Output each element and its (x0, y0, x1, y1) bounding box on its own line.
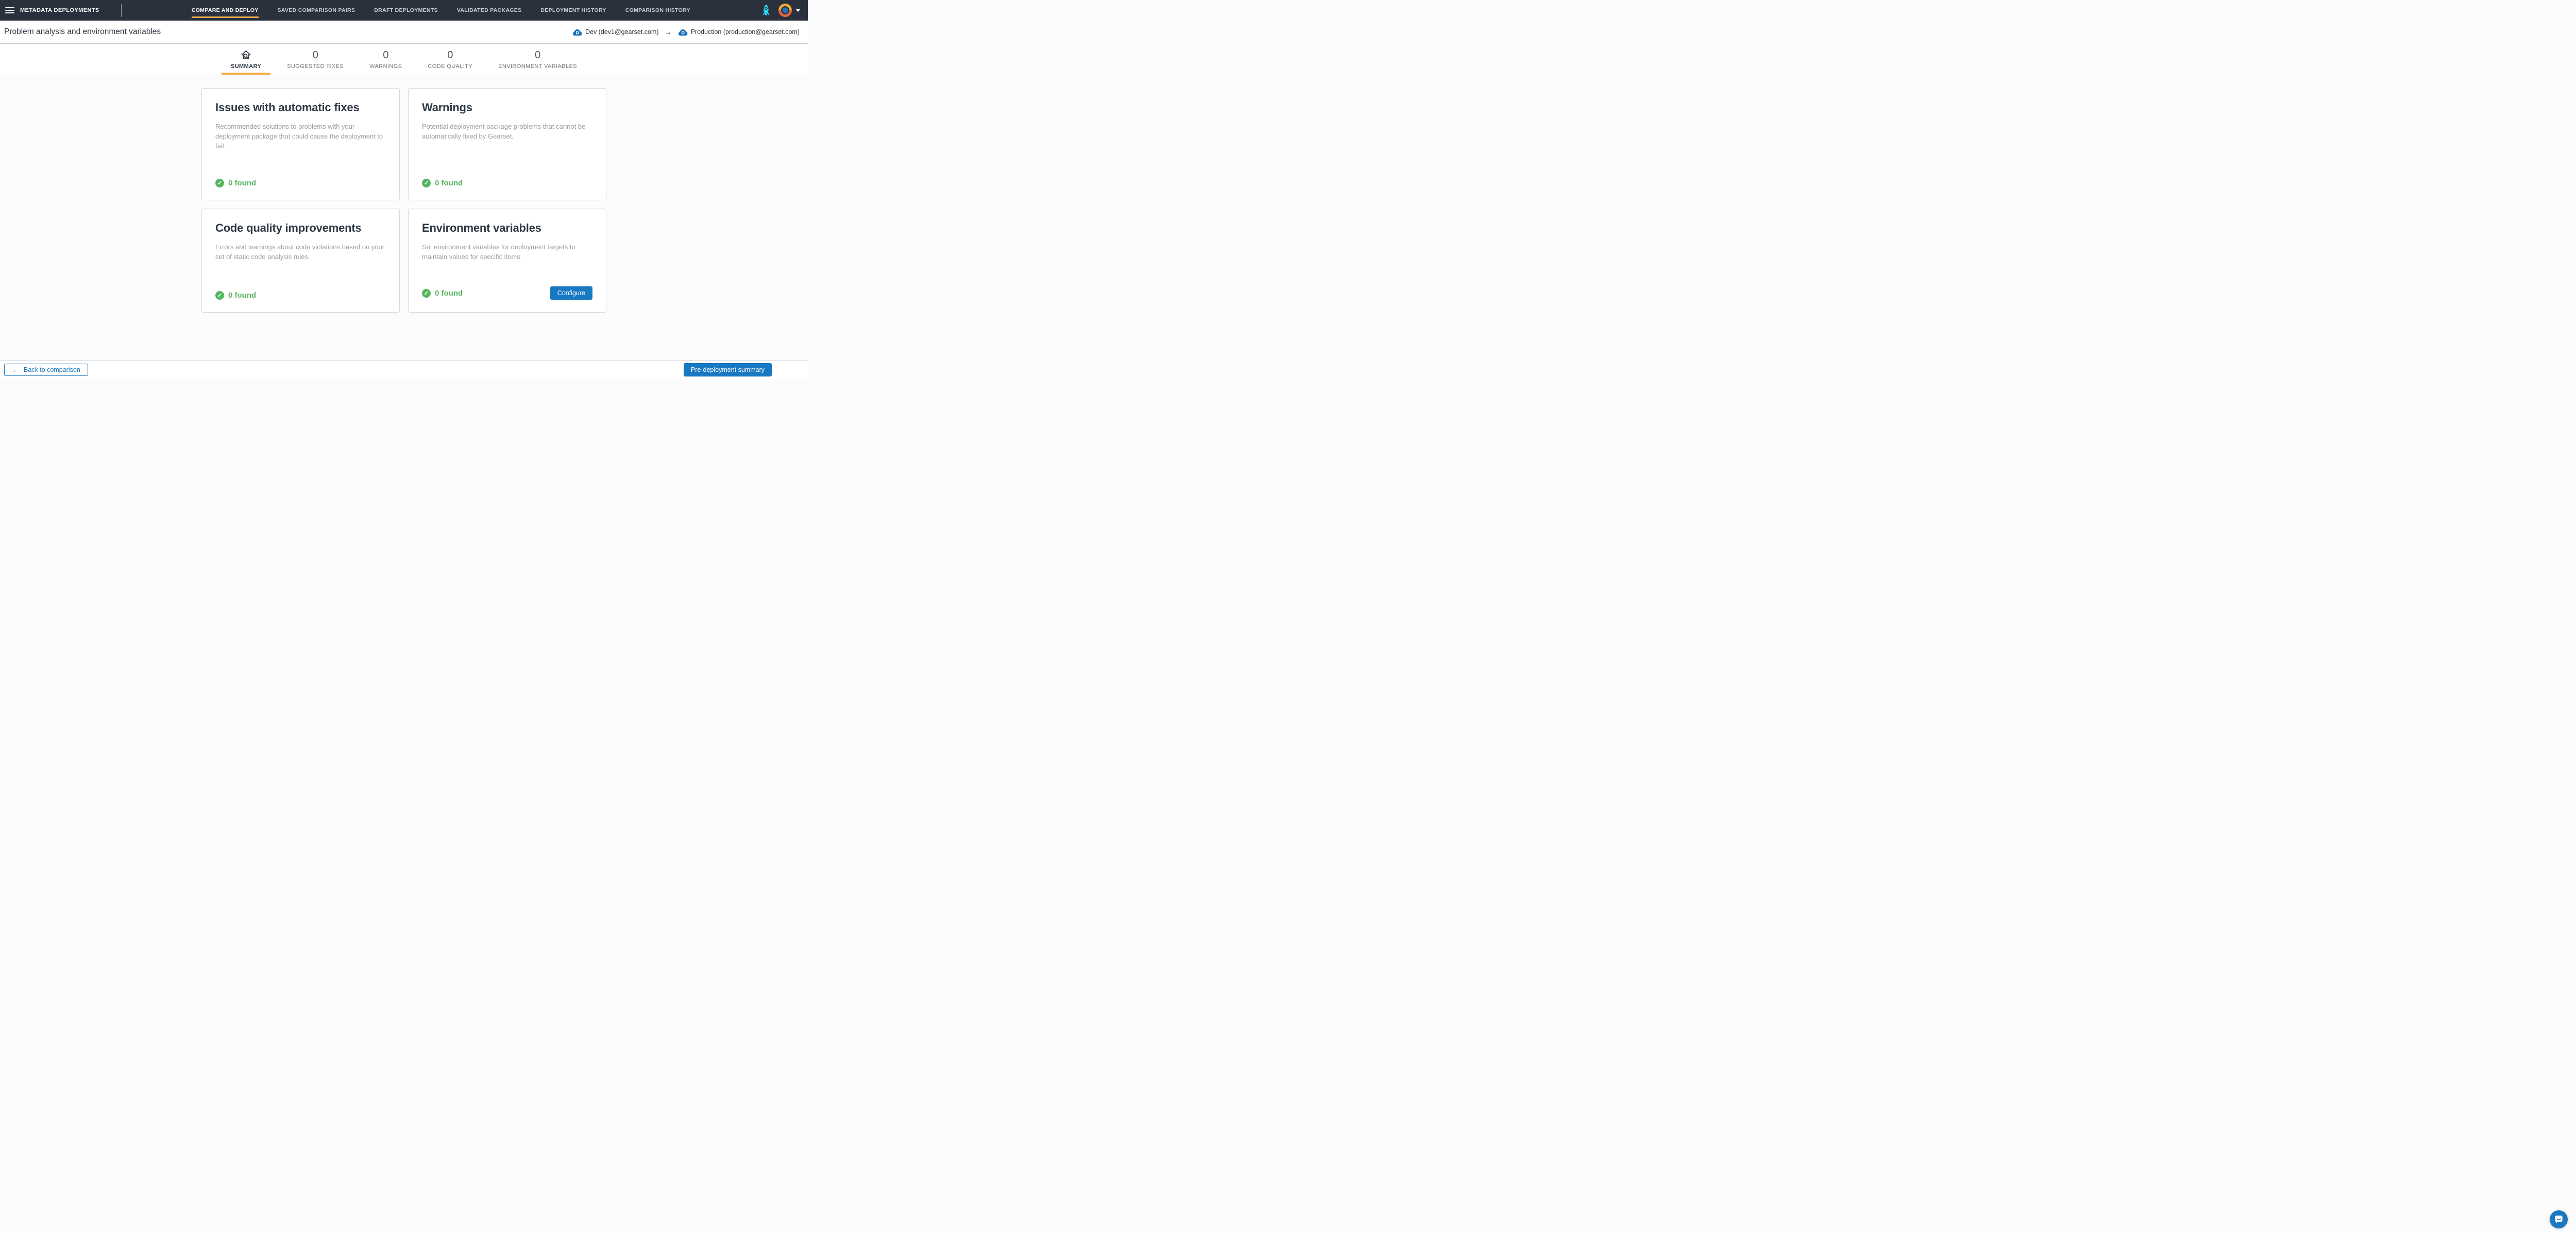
status-badge: ✓ 0 found (215, 179, 256, 187)
chevron-down-icon (795, 9, 801, 12)
nav-item-compare-and-deploy[interactable]: COMPARE AND DEPLOY (192, 0, 259, 21)
org-pair: D Dev (dev1@gearset.com) → D Production … (572, 28, 800, 37)
nav-item-validated-packages[interactable]: VALIDATED PACKAGES (457, 0, 522, 21)
rocket-icon[interactable] (760, 4, 772, 17)
summary-cards: Issues with automatic fixes Recommended … (201, 88, 606, 313)
nav-right-group (760, 4, 801, 17)
card-description: Set environment variables for deployment… (422, 243, 592, 262)
source-org: D Dev (dev1@gearset.com) (572, 28, 659, 36)
target-org-label: Production (production@gearset.com) (691, 28, 800, 36)
tab-label: WARNINGS (369, 63, 402, 70)
target-org: D Production (production@gearset.com) (678, 28, 800, 36)
tab-count: 0 (313, 49, 318, 62)
summary-home-search-icon (241, 49, 251, 62)
nav-item-draft-deployments[interactable]: DRAFT DEPLOYMENTS (374, 0, 438, 21)
card-description: Recommended solutions to problems with y… (215, 122, 386, 151)
tab-label: SUMMARY (231, 63, 261, 70)
arrow-left-icon: ← (12, 366, 19, 373)
cloud-org-icon: D (678, 28, 688, 36)
status-badge: ✓ 0 found (422, 289, 463, 298)
tab-count: 0 (535, 49, 540, 62)
tab-warnings[interactable]: 0 WARNINGS (360, 44, 411, 75)
tab-environment-variables[interactable]: 0 ENVIRONMENT VARIABLES (489, 44, 586, 75)
check-circle-icon: ✓ (422, 179, 431, 187)
svg-text:D: D (575, 30, 579, 35)
card-description: Errors and warnings about code violation… (215, 243, 386, 262)
status-text: 0 found (228, 179, 256, 187)
gearset-avatar-icon (778, 4, 792, 17)
pre-deployment-summary-button[interactable]: Pre-deployment summary (684, 363, 772, 376)
card-environment-variables: Environment variables Set environment va… (408, 209, 606, 313)
tab-count: 0 (383, 49, 388, 62)
tab-label: ENVIRONMENT VARIABLES (498, 63, 577, 70)
check-circle-icon: ✓ (215, 179, 224, 187)
card-warnings: Warnings Potential deployment package pr… (408, 88, 606, 200)
tab-label: SUGGESTED FIXES (287, 63, 344, 70)
arrow-right-icon: → (665, 28, 672, 37)
nav-item-deployment-history[interactable]: DEPLOYMENT HISTORY (540, 0, 606, 21)
footer-bar: ← Back to comparison Pre-deployment summ… (0, 361, 808, 378)
status-badge: ✓ 0 found (215, 291, 256, 300)
card-issues-with-automatic-fixes: Issues with automatic fixes Recommended … (201, 88, 400, 200)
card-title: Environment variables (422, 221, 592, 235)
summary-content: Issues with automatic fixes Recommended … (0, 75, 808, 361)
card-code-quality-improvements: Code quality improvements Errors and war… (201, 209, 400, 313)
cloud-org-icon: D (572, 28, 583, 36)
check-circle-icon: ✓ (215, 291, 224, 300)
card-title: Issues with automatic fixes (215, 101, 386, 114)
nav-item-saved-comparison-pairs[interactable]: SAVED COMPARISON PAIRS (278, 0, 355, 21)
nav-brand-group: METADATA DEPLOYMENTS (5, 7, 99, 14)
status-text: 0 found (435, 289, 463, 298)
nav-item-comparison-history[interactable]: COMPARISON HISTORY (625, 0, 690, 21)
card-title: Warnings (422, 101, 592, 114)
page-header: Problem analysis and environment variabl… (0, 21, 808, 44)
back-button-label: Back to comparison (24, 366, 80, 373)
tab-summary[interactable]: SUMMARY (222, 44, 270, 75)
status-text: 0 found (228, 291, 256, 300)
chat-launcher[interactable] (2550, 1210, 2568, 1228)
card-description: Potential deployment package problems th… (422, 122, 592, 142)
page-title: Problem analysis and environment variabl… (4, 27, 161, 37)
app-title: METADATA DEPLOYMENTS (20, 7, 99, 13)
chat-bubble-icon (2554, 1214, 2564, 1224)
source-org-label: Dev (dev1@gearset.com) (585, 28, 659, 36)
status-badge: ✓ 0 found (422, 179, 463, 187)
back-to-comparison-button[interactable]: ← Back to comparison (4, 364, 88, 376)
tab-label: CODE QUALITY (428, 63, 472, 70)
check-circle-icon: ✓ (422, 289, 431, 298)
card-title: Code quality improvements (215, 221, 386, 235)
menu-icon[interactable] (5, 7, 14, 14)
top-navigation: METADATA DEPLOYMENTS COMPARE AND DEPLOY … (0, 0, 808, 21)
status-text: 0 found (435, 179, 463, 187)
configure-button[interactable]: Configure (550, 286, 592, 300)
svg-text:D: D (681, 30, 685, 35)
tab-suggested-fixes[interactable]: 0 SUGGESTED FIXES (278, 44, 353, 75)
nav-links: COMPARE AND DEPLOY SAVED COMPARISON PAIR… (122, 0, 760, 21)
analysis-tabs: SUMMARY 0 SUGGESTED FIXES 0 WARNINGS 0 C… (0, 44, 808, 75)
tab-count: 0 (447, 49, 453, 62)
tab-code-quality[interactable]: 0 CODE QUALITY (418, 44, 482, 75)
user-menu[interactable] (778, 4, 801, 17)
